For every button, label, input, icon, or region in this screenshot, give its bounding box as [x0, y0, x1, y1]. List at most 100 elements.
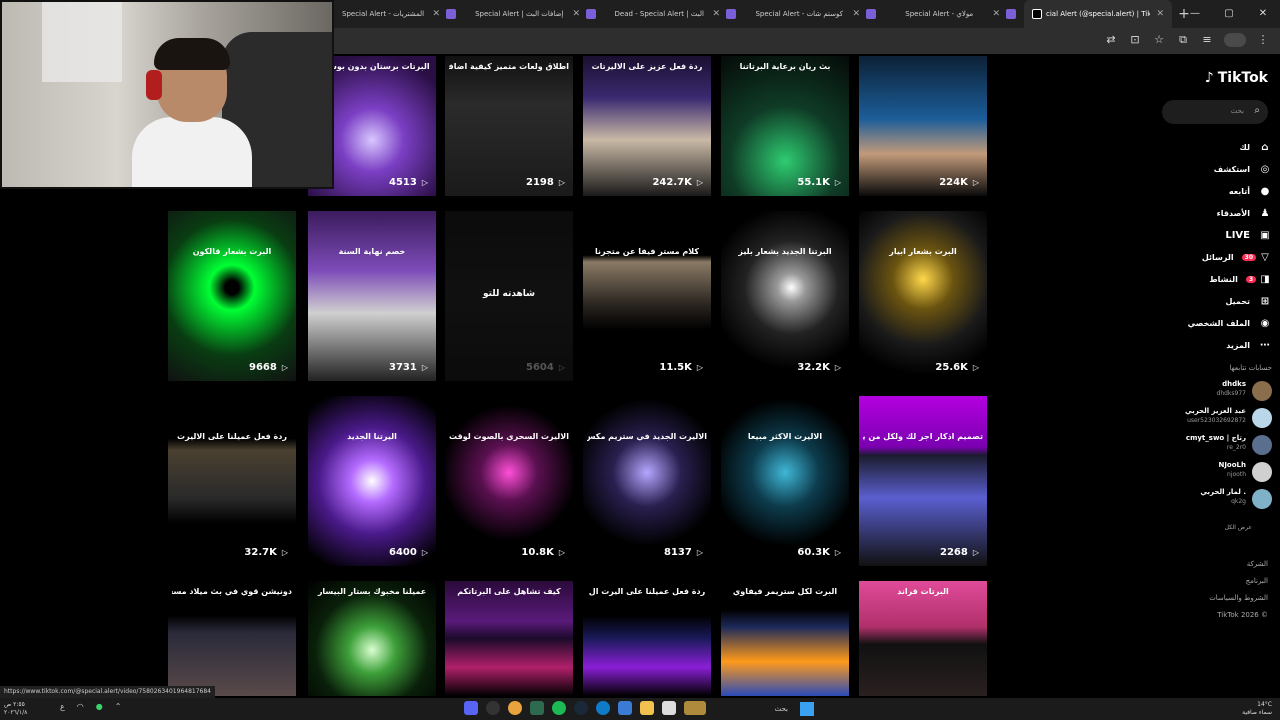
- video-caption: اطلاق ولعات متميز كيفية اضافة خاصية رمضا…: [449, 62, 569, 71]
- tiktok-logo-text: TikTok: [1217, 70, 1268, 86]
- browser-tab[interactable]: Special Alert | إضافات البث ✕: [464, 0, 604, 28]
- following-account[interactable]: cmyt_swo | رتاج re_2r0: [1166, 432, 1276, 458]
- game-icon[interactable]: [684, 701, 706, 715]
- sidebar-item-upload[interactable]: تحميل ⊞: [1162, 290, 1272, 312]
- taskbar-search[interactable]: بحث: [746, 701, 806, 717]
- video-card[interactable]: البرت لكل ستريمر فيفاوي: [721, 581, 849, 696]
- video-card[interactable]: دونيشن قوي في بث ميلاد مسعد: [168, 581, 296, 696]
- sidebar-item-compass[interactable]: استكشف ◎: [1162, 158, 1272, 180]
- terminal-icon[interactable]: [530, 701, 544, 715]
- sidebar-item-activity[interactable]: النشاط 3 ◨: [1162, 268, 1272, 290]
- video-card[interactable]: البرتنا الجديد بشعار بليز 32.2K ▷: [721, 211, 849, 381]
- close-tab-icon[interactable]: ✕: [572, 9, 580, 19]
- taskbar-clock[interactable]: ٢:٥٥ ص ٢٠٢٦/١/٨: [4, 701, 27, 717]
- browser-tab[interactable]: Special Alert - كوستم شات ✕: [744, 0, 884, 28]
- following-account[interactable]: لمار الحربي . qk2g: [1166, 486, 1276, 512]
- footer-link[interactable]: الشروط والسياسات: [1209, 594, 1268, 602]
- video-thumbnail: [583, 211, 711, 381]
- start-button-icon[interactable]: [800, 702, 814, 716]
- video-card[interactable]: الاليرت السحري بالصوت لوقت لك 10.8K ▷: [445, 396, 573, 566]
- video-card[interactable]: ردة فعل عميلنا على اليرت ال: [583, 581, 711, 696]
- close-window-button[interactable]: ✕: [1246, 0, 1280, 28]
- sidebar-item-live[interactable]: LIVE ▣: [1162, 224, 1272, 246]
- sidebar-item-more[interactable]: المزيد ⋯: [1162, 334, 1272, 356]
- sidebar-item-following[interactable]: أتابعه ●: [1162, 180, 1272, 202]
- close-tab-icon[interactable]: ✕: [432, 9, 440, 19]
- search-input[interactable]: بحث ⌕: [1162, 100, 1268, 124]
- steam-icon[interactable]: [574, 701, 588, 715]
- video-card[interactable]: الاليرت الاكثر مبيعا 60.3K ▷: [721, 396, 849, 566]
- footer-link[interactable]: الشركة: [1247, 560, 1268, 568]
- discord-icon[interactable]: [464, 701, 478, 715]
- bookmark-star-icon[interactable]: ☆: [1152, 33, 1166, 47]
- close-tab-icon[interactable]: ✕: [852, 9, 860, 19]
- obs-icon[interactable]: [486, 701, 500, 715]
- video-card[interactable]: عميلنا مخبوك بستار البيسار: [308, 581, 436, 696]
- store-icon[interactable]: [618, 701, 632, 715]
- video-card[interactable]: ردة فعل عميلنا على الاليرت 32.7K ▷: [168, 396, 296, 566]
- footer-link[interactable]: البرنامج: [1246, 577, 1268, 585]
- media-icon[interactable]: ≡: [1200, 33, 1214, 47]
- edge-icon[interactable]: [596, 701, 610, 715]
- video-card[interactable]: ردة فعل عزيز على الاليرتات 242.7K ▷: [583, 56, 711, 196]
- install-icon[interactable]: ⊡: [1128, 33, 1142, 47]
- browser-tab[interactable]: Special Alert - مولاي ✕: [884, 0, 1024, 28]
- video-card[interactable]: البرتات قراند: [859, 581, 987, 696]
- sidebar-item-home[interactable]: لك ⌂: [1162, 136, 1272, 158]
- video-card[interactable]: كلام مستر فيفا عن متجرنا 11.5K ▷: [583, 211, 711, 381]
- minimize-button[interactable]: —: [1178, 0, 1212, 28]
- view-count: 11.5K ▷: [659, 362, 703, 373]
- account-name: لمار الحربي .: [1200, 488, 1246, 496]
- search-icon[interactable]: ⌕: [1254, 105, 1260, 116]
- play-icon: ▷: [834, 178, 841, 187]
- video-card[interactable]: البرت بشعار ابيار 25.6K ▷: [859, 211, 987, 381]
- video-card[interactable]: بث ريان برعاية البرتاتنا 55.1K ▷: [721, 56, 849, 196]
- browser-tab[interactable]: Special Alert - سلة المشتريات ✕: [334, 0, 464, 28]
- video-card[interactable]: الاليرت الجديد في ستريم مكس 8137 ▷: [583, 396, 711, 566]
- play-icon: ▷: [696, 548, 703, 557]
- chrome-icon[interactable]: [508, 701, 522, 715]
- browser-tab[interactable]: Dead - Special Alert | البث ✕: [604, 0, 744, 28]
- tray-app-icon[interactable]: ●: [96, 702, 103, 711]
- following-account[interactable]: NJooLh njooth: [1166, 459, 1276, 485]
- sidebar-item-label: لك: [1239, 142, 1250, 152]
- close-tab-icon[interactable]: ✕: [1156, 9, 1164, 19]
- chevron-up-icon[interactable]: ⌃: [115, 702, 122, 711]
- video-card[interactable]: 224K ▷: [859, 56, 987, 196]
- account-handle: njooth: [1227, 471, 1246, 478]
- video-thumbnail: [168, 211, 296, 381]
- video-card[interactable]: البرت بشعار قالكون 9668 ▷: [168, 211, 296, 381]
- see-all-link[interactable]: عرض الكل: [1225, 524, 1252, 531]
- view-count-value: 60.3K: [797, 547, 830, 558]
- sidebar-item-profile[interactable]: الملف الشخصي ◉: [1162, 312, 1272, 334]
- maximize-button[interactable]: ▢: [1212, 0, 1246, 28]
- sidebar-item-messages[interactable]: الرسائل 30 ▽: [1162, 246, 1272, 268]
- language-indicator[interactable]: ع: [60, 702, 65, 711]
- following-account[interactable]: عبد العزيز الحربي user523032692872: [1166, 405, 1276, 431]
- view-count: 32.2K ▷: [797, 362, 841, 373]
- video-card[interactable]: اطلاق ولعات متميز كيفية اضافة خاصية رمضا…: [445, 56, 573, 196]
- close-tab-icon[interactable]: ✕: [712, 9, 720, 19]
- taskbar-weather[interactable]: 14°C سماء صافية: [1242, 701, 1272, 717]
- browser-tab[interactable]: cial Alert (@special.alert) | TikTok ✕: [1024, 0, 1172, 28]
- sidebar-item-friends[interactable]: الأصدقاء ♟: [1162, 202, 1272, 224]
- translate-icon[interactable]: ⇄: [1104, 33, 1118, 47]
- folder-icon[interactable]: [640, 701, 654, 715]
- video-card[interactable]: شاهدته للتو 5604 ▷: [445, 211, 573, 381]
- video-card[interactable]: خصم نهاية السنة 3731 ▷: [308, 211, 436, 381]
- view-count: 10.8K ▷: [521, 547, 565, 558]
- app-icon[interactable]: [662, 701, 676, 715]
- wifi-icon[interactable]: ◠: [77, 702, 84, 711]
- extensions-icon[interactable]: ⧉: [1176, 33, 1190, 47]
- following-account[interactable]: dhdks dhdks977: [1166, 378, 1276, 404]
- tiktok-logo[interactable]: ♪ TikTok: [1205, 70, 1268, 86]
- profile-avatar-icon[interactable]: [1224, 33, 1246, 47]
- menu-icon[interactable]: ⋮: [1256, 33, 1270, 47]
- video-card[interactable]: تصميم اذكار اجر لك ولكل من يتابع بثك 2268…: [859, 396, 987, 566]
- video-thumbnail: [168, 396, 296, 566]
- close-tab-icon[interactable]: ✕: [992, 9, 1000, 19]
- video-card[interactable]: كيف تشاهل على البرتاتكم: [445, 581, 573, 696]
- view-count-value: 5604: [526, 362, 554, 373]
- spotify-icon[interactable]: [552, 701, 566, 715]
- video-card[interactable]: اليرتنا الجديد 6400 ▷: [308, 396, 436, 566]
